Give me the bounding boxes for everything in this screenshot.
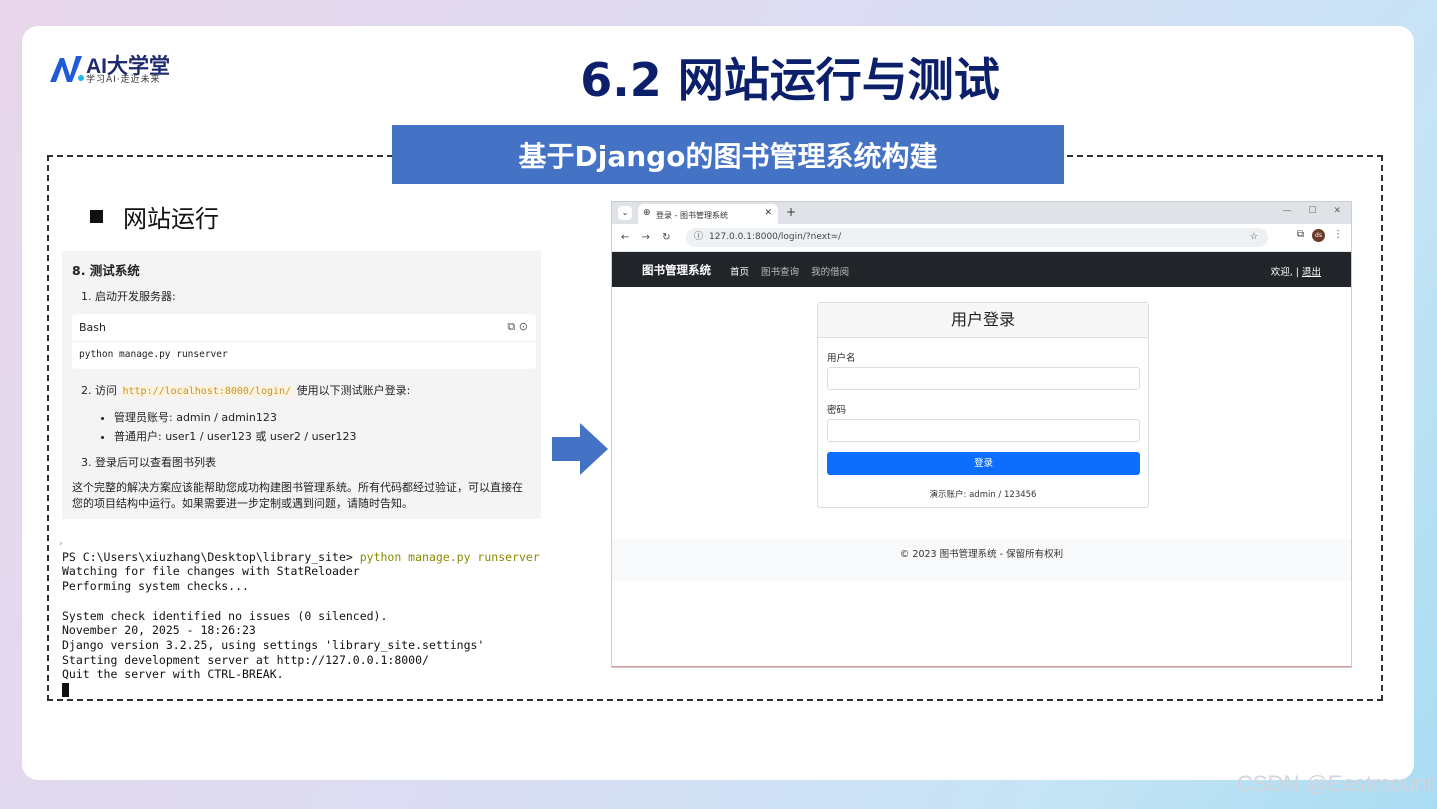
doc-step-3: 3. 登录后可以查看图书列表 [81, 456, 216, 469]
doc-heading: 8. 测试系统 [72, 263, 140, 278]
terminal-command: python manage.py runserver [359, 549, 540, 564]
site-navbar: 图书管理系统 首页 图书查询 我的借阅 欢迎, | 退出 [612, 252, 1351, 287]
tab-search-chevron-icon[interactable]: ⌄ [618, 206, 632, 220]
terminal-line: Performing system checks... [62, 579, 249, 594]
section-heading: 网站运行 [90, 199, 219, 234]
login-card: 用户登录 用户名 密码 登录 演示账户: admin / 123456 [817, 302, 1149, 508]
globe-icon: ⊕ [643, 208, 651, 218]
section-heading-text: 网站运行 [123, 205, 219, 233]
instruction-panel: 8. 测试系统 1. 启动开发服务器: Bash ⧉ ⊙ python mana… [62, 251, 541, 519]
nav-book-search[interactable]: 图书查询 [761, 267, 799, 278]
nav-back-forward-reload-icon[interactable]: ← → ↻ [621, 232, 671, 243]
browser-toolbar: ⧉ ds ⋮ [1297, 229, 1343, 242]
login-title: 用户登录 [818, 303, 1148, 338]
watermark: CSDN @Eastmount [1237, 771, 1433, 796]
code-block: Bash ⧉ ⊙ python manage.py runserver [72, 314, 536, 369]
username-label: 用户名 [827, 353, 856, 364]
ai-logo-icon [50, 56, 84, 82]
logout-link[interactable]: 退出 [1302, 267, 1321, 278]
code-text: python manage.py runserver [79, 349, 228, 360]
site-brand[interactable]: 图书管理系统 [642, 262, 711, 278]
star-icon[interactable]: ☆ [1250, 228, 1258, 247]
code-divider [72, 341, 536, 342]
user-area: 欢迎, | 退出 [1271, 264, 1321, 278]
demo-account-text: 演示账户: admin / 123456 [929, 490, 1037, 500]
doc-step-2: 2. 访问 http://localhost:8000/login/ 使用以下测… [81, 382, 410, 398]
password-input[interactable] [827, 419, 1140, 442]
nav-my-borrows[interactable]: 我的借阅 [811, 267, 849, 278]
tab-login[interactable]: ⊕ 登录 - 图书管理系统 ✕ [638, 204, 778, 224]
doc-paragraph: 这个完整的解决方案应该能帮助您成功构建图书管理系统。所有代码都经过验证，可以直接… [72, 481, 523, 510]
password-label: 密码 [827, 405, 847, 416]
account-list: 管理员账号: admin / admin123 普通用户: user1 / us… [114, 409, 357, 447]
right-arrow-icon [552, 423, 608, 475]
window-controls-icon[interactable]: — ☐ ✕ [1283, 206, 1341, 216]
subtitle-banner: 基于Django的图书管理系统构建 [392, 125, 1064, 184]
avatar[interactable]: ds [1312, 229, 1325, 242]
list-item: 管理员账号: admin / admin123 [114, 409, 357, 425]
nav-home[interactable]: 首页 [730, 267, 749, 278]
list-item: 普通用户: user1 / user123 或 user2 / user123 [114, 428, 357, 444]
menu-dots-icon[interactable]: ⋮ [1333, 229, 1343, 240]
terminal-line: Django version 3.2.25, using settings 'l… [62, 637, 485, 652]
localhost-link[interactable]: http://localhost:8000/login/ [120, 386, 294, 397]
terminal-output: › PS C:\Users\xiuzhang\Desktop\library_si… [58, 535, 547, 697]
code-language: Bash [79, 321, 106, 334]
url-text: 127.0.0.1:8000/login/?next=/ [709, 232, 842, 242]
terminal-line: November 20, 2025 - 18:26:23 [62, 623, 256, 638]
copy-run-icons[interactable]: ⧉ ⊙ [507, 320, 528, 334]
site-footer: © 2023 图书管理系统 - 保留所有权利 [612, 539, 1351, 581]
terminal-line: Starting development server at http://12… [62, 652, 429, 667]
url-field[interactable]: ⓘ 127.0.0.1:8000/login/?next=/ ☆ [686, 228, 1268, 247]
tab-title: 登录 - 图书管理系统 [656, 211, 728, 220]
welcome-text: 欢迎, | [1270, 267, 1299, 278]
terminal-prompt: PS C:\Users\xiuzhang\Desktop\library_sit… [62, 549, 360, 564]
tab-bar: ⌄ ⊕ 登录 - 图书管理系统 ✕ + — ☐ ✕ [612, 202, 1351, 224]
terminal-cursor [62, 682, 69, 697]
close-icon[interactable]: ✕ [764, 208, 772, 218]
step2-prefix: 2. 访问 [81, 384, 117, 397]
bullet-square-icon [90, 210, 103, 223]
terminal-line: System check identified no issues (0 sil… [62, 608, 388, 623]
browser-window: ⌄ ⊕ 登录 - 图书管理系统 ✕ + — ☐ ✕ ← → ↻ ⓘ 127.0.0… [611, 201, 1352, 668]
bottom-border [612, 666, 1351, 667]
terminal-line: Quit the server with CTRL-BREAK. [62, 667, 284, 682]
terminal-line: Watching for file changes with StatReloa… [62, 564, 360, 579]
logo-tagline: 学习AI·走近未来 [86, 75, 161, 85]
username-input[interactable] [827, 367, 1140, 390]
doc-step-1: 1. 启动开发服务器: [81, 290, 176, 303]
address-bar: ← → ↻ ⓘ 127.0.0.1:8000/login/?next=/ ☆ ⧉ d… [612, 224, 1351, 252]
step2-suffix: 使用以下测试账户登录: [296, 384, 411, 397]
page-title: 6.2 网站运行与测试 [580, 53, 1000, 107]
new-tab-plus-icon[interactable]: + [786, 205, 796, 219]
nav-links: 首页 图书查询 我的借阅 [730, 264, 858, 278]
extensions-icon[interactable]: ⧉ [1297, 229, 1304, 240]
info-icon[interactable]: ⓘ [694, 232, 703, 242]
gutter-chevron-icon: › [58, 539, 64, 549]
login-button[interactable]: 登录 [827, 452, 1140, 475]
